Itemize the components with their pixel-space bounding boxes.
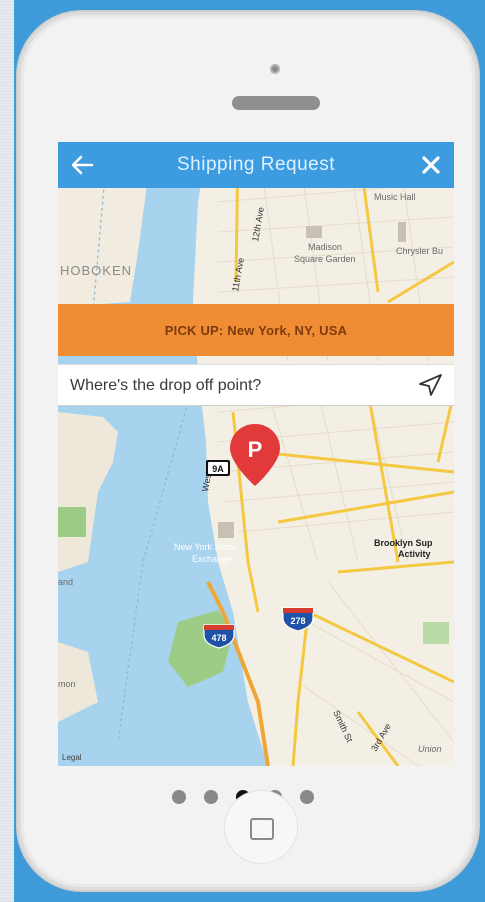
pager-dot-2[interactable]	[203, 790, 218, 804]
page-title: Shipping Request	[177, 154, 335, 175]
map-label-mon: mon	[58, 679, 76, 689]
pickup-label: PICK UP: New York, NY, USA	[164, 322, 348, 338]
app-screen: HOBOKEN Music Hall Madison Square Garden…	[58, 142, 454, 766]
pager-dot-1[interactable]	[171, 790, 186, 804]
speaker-grille	[232, 96, 320, 110]
map-label-chrysler: Chrysler Bu	[396, 246, 443, 256]
arrow-left-icon[interactable]	[66, 150, 100, 180]
map-legal-link[interactable]: Legal	[62, 753, 82, 762]
map-view[interactable]: HOBOKEN Music Hall Madison Square Garden…	[58, 142, 454, 766]
map-label-hoboken: HOBOKEN	[60, 263, 132, 278]
dropoff-input[interactable]	[68, 365, 402, 407]
close-icon[interactable]	[416, 150, 446, 180]
map-park-left	[58, 507, 86, 537]
route-shield-9a: 9A	[206, 460, 230, 476]
home-button[interactable]	[224, 790, 298, 864]
home-square-icon	[250, 818, 274, 840]
marker-letter: P	[248, 437, 263, 462]
dropoff-search-bar	[58, 364, 454, 407]
svg-text:9A: 9A	[212, 464, 224, 474]
map-label-brooklyn-2: Activity	[398, 549, 431, 559]
pickup-banner[interactable]: PICK UP: New York, NY, USA	[58, 304, 454, 356]
map-label-nyse-2: Exchange	[192, 554, 232, 564]
map-label-nyse-1: New York Stock	[174, 542, 238, 552]
navigation-arrow-icon[interactable]	[416, 372, 444, 398]
map-label-madison-2: Square Garden	[294, 254, 356, 264]
map-label-madison-1: Madison	[308, 242, 342, 252]
map-label-brooklyn-1: Brooklyn Sup	[374, 538, 433, 548]
svg-text:478: 478	[211, 633, 226, 643]
svg-text:278: 278	[290, 616, 305, 626]
map-label-union: Union	[418, 744, 442, 754]
map-label-music-hall: Music Hall	[374, 192, 416, 202]
map-park-right	[423, 622, 449, 644]
camera-icon	[270, 64, 280, 74]
header-bar: Shipping Request	[58, 142, 454, 188]
pager-dot-5[interactable]	[299, 790, 314, 804]
map-label-and: and	[58, 577, 73, 587]
